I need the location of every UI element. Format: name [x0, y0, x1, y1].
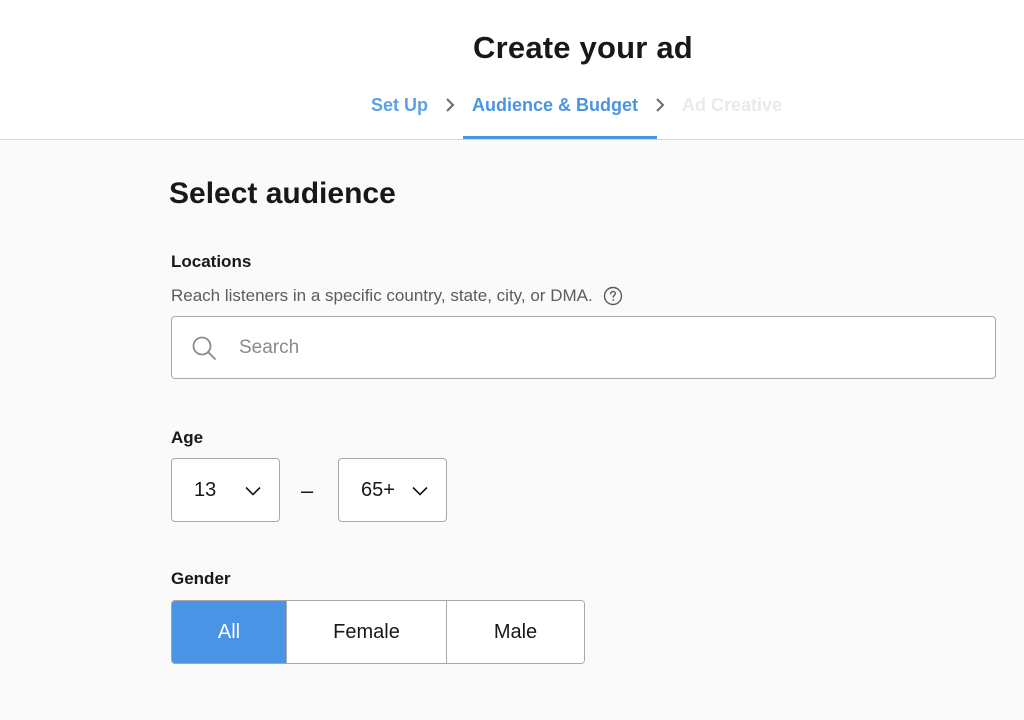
locations-help: Reach listeners in a specific country, s… — [171, 286, 623, 306]
location-search-box[interactable] — [171, 316, 996, 379]
age-max-value: 65+ — [361, 479, 395, 502]
step-breadcrumb: Set Up Audience & Budget Ad Creative — [371, 92, 782, 118]
locations-label: Locations — [171, 252, 251, 272]
chevron-down-icon — [412, 479, 428, 502]
header: Create your ad Set Up Audience & Budget … — [0, 0, 1024, 140]
age-min-value: 13 — [194, 479, 216, 502]
gender-option-female[interactable]: Female — [287, 601, 447, 663]
active-step-indicator — [463, 136, 657, 139]
chevron-right-icon — [428, 98, 472, 112]
search-icon — [191, 335, 217, 361]
age-range-separator: – — [301, 478, 313, 504]
chevron-down-icon — [245, 479, 261, 502]
gender-label: Gender — [171, 569, 231, 589]
gender-segmented-control: All Female Male — [171, 600, 585, 664]
location-search-input[interactable] — [237, 336, 941, 360]
gender-option-male[interactable]: Male — [447, 601, 584, 663]
page-title: Create your ad — [0, 30, 1024, 66]
gender-option-all[interactable]: All — [172, 601, 287, 663]
age-label: Age — [171, 428, 203, 448]
locations-help-text: Reach listeners in a specific country, s… — [171, 286, 593, 306]
age-min-select[interactable]: 13 — [171, 458, 280, 522]
help-circle-icon[interactable] — [603, 286, 623, 306]
step-ad-creative: Ad Creative — [682, 95, 782, 116]
step-audience-budget[interactable]: Audience & Budget — [472, 95, 638, 116]
chevron-right-icon — [638, 98, 682, 112]
step-set-up[interactable]: Set Up — [371, 95, 428, 116]
section-title: Select audience — [169, 177, 396, 211]
age-max-select[interactable]: 65+ — [338, 458, 447, 522]
